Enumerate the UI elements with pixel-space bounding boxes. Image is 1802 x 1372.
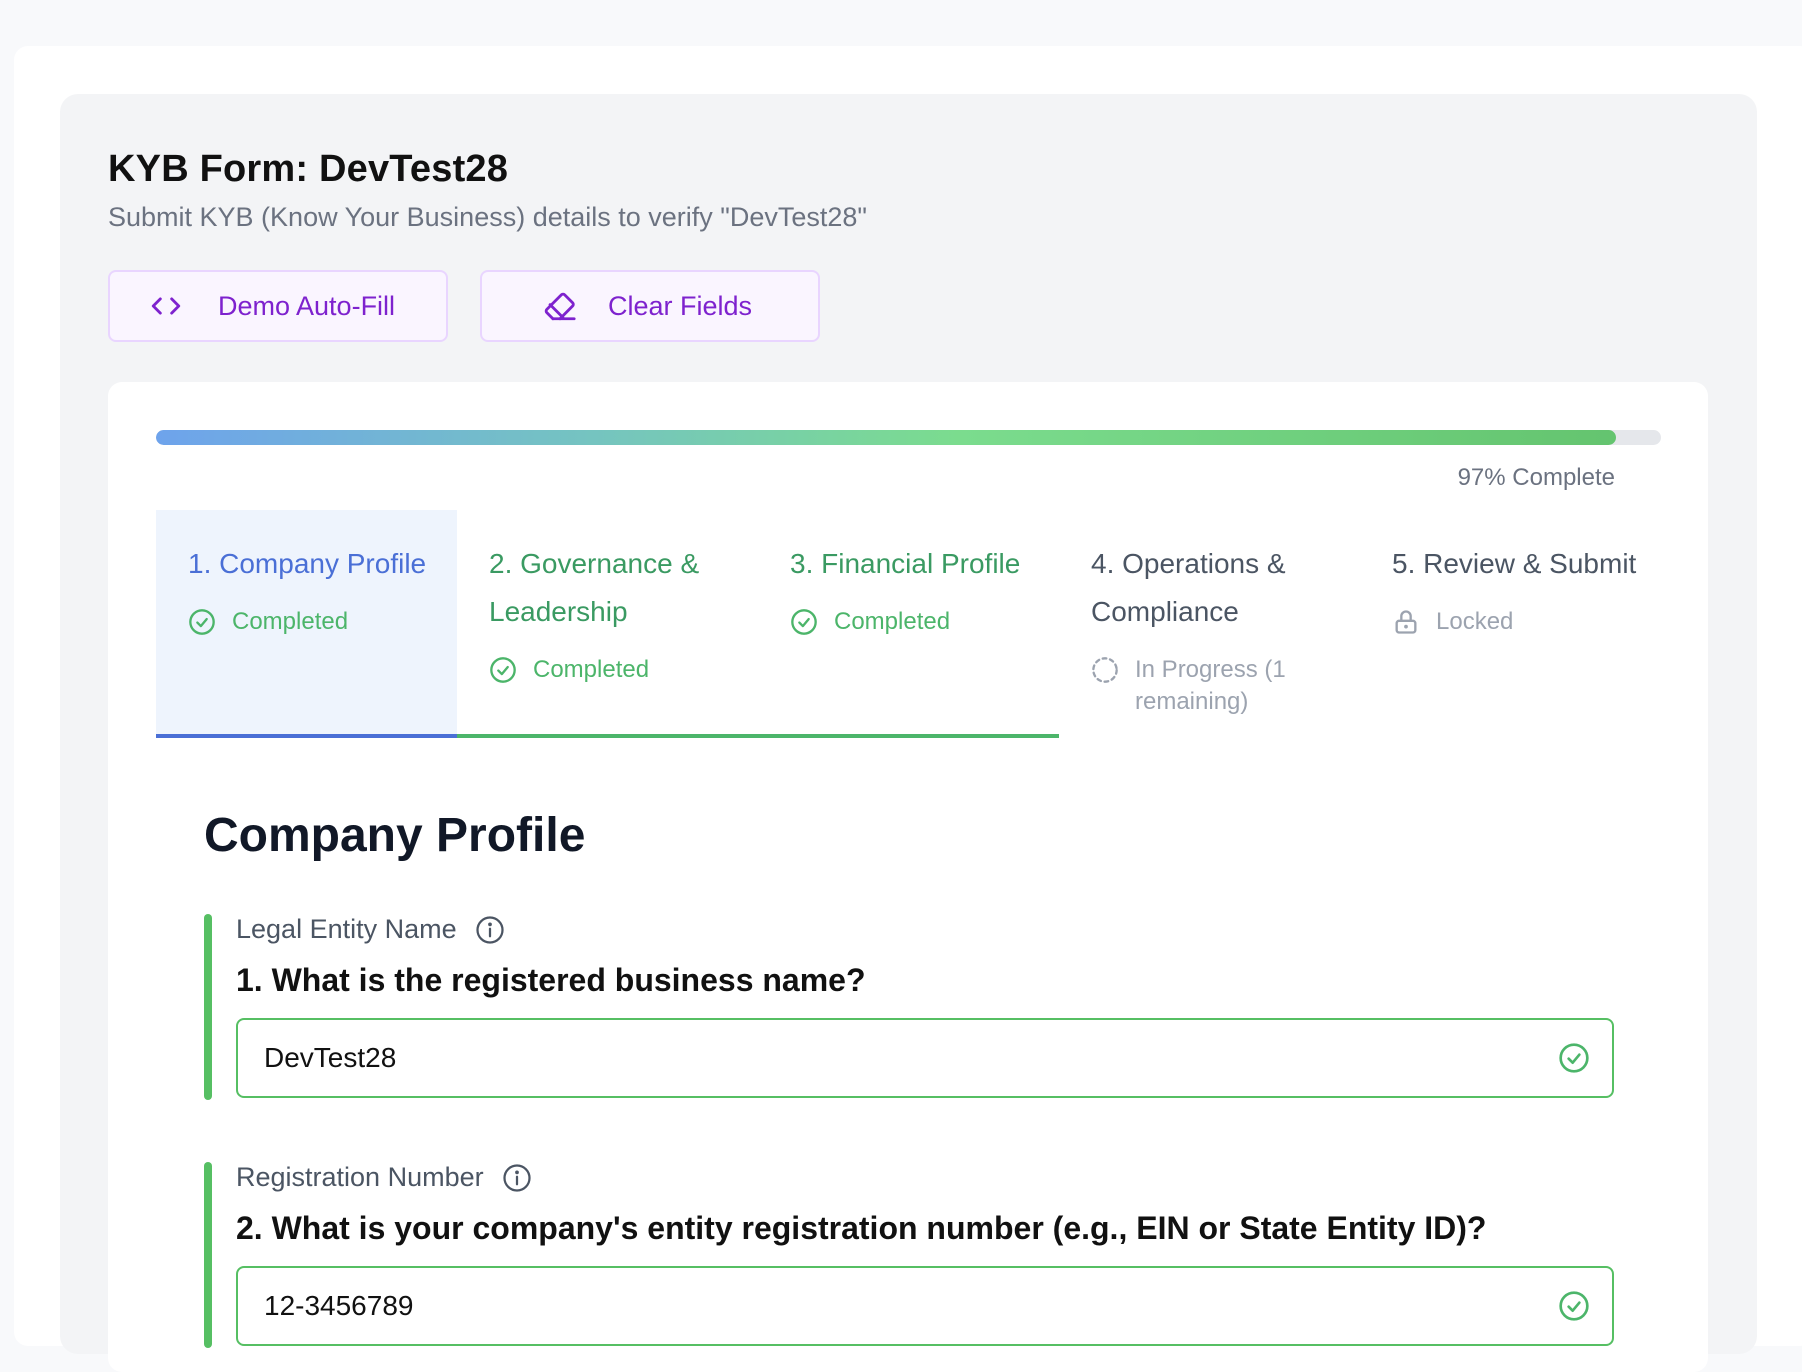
step-tab-governance-leadership[interactable]: 2. Governance & Leadership Completed — [457, 510, 758, 738]
step-status: Completed — [232, 608, 349, 635]
progress-label: 97% Complete — [1457, 464, 1615, 491]
check-circle-icon — [189, 609, 215, 635]
info-icon[interactable] — [475, 915, 505, 945]
step-title: 1. Company Profile — [188, 548, 427, 579]
step-tab-operations-compliance[interactable]: 4. Operations & Compliance In Progress (… — [1059, 510, 1360, 738]
step-tab-company-profile[interactable]: 1. Company Profile Completed — [156, 510, 457, 738]
step-status: Completed — [834, 608, 951, 635]
check-circle-icon — [791, 609, 817, 635]
check-circle-icon — [490, 657, 516, 683]
clear-fields-label: Clear Fields — [608, 290, 753, 321]
step-underline-completed — [457, 734, 1059, 738]
page-subtitle: Submit KYB (Know Your Business) details … — [108, 202, 868, 232]
progress-bar-fill — [156, 430, 1616, 445]
step-status: Completed — [533, 656, 650, 683]
step-title: 4. Operations & Compliance — [1091, 548, 1286, 627]
step-tab-financial-profile[interactable]: 3. Financial Profile Completed — [758, 510, 1059, 738]
field-label: Legal Entity Name — [236, 914, 457, 944]
legal-entity-name-input[interactable]: DevTest28 — [236, 1018, 1614, 1098]
field-label: Registration Number — [236, 1162, 484, 1192]
info-icon[interactable] — [502, 1163, 532, 1193]
demo-auto-fill-button[interactable]: Demo Auto-Fill — [108, 270, 448, 342]
step-tabs: 1. Company Profile Completed 2. Governan… — [156, 510, 1661, 738]
code-icon — [148, 288, 184, 324]
registration-number-input[interactable]: 12-3456789 — [236, 1266, 1614, 1346]
step-title: 5. Review & Submit — [1392, 548, 1637, 579]
progress-bar — [156, 430, 1661, 445]
check-circle-icon — [1559, 1291, 1589, 1321]
question-legal-entity-name: Legal Entity Name 1. What is the registe… — [204, 914, 1614, 1100]
check-circle-icon — [1559, 1043, 1589, 1073]
input-value: 12-3456789 — [264, 1290, 414, 1321]
section-title: Company Profile — [204, 809, 586, 862]
demo-auto-fill-label: Demo Auto-Fill — [218, 290, 396, 321]
step-status: Locked — [1436, 608, 1514, 635]
step-status: In Progress (1 remaining) — [1135, 656, 1286, 715]
question-accent-bar — [204, 914, 212, 1100]
step-title: 3. Financial Profile — [790, 548, 1021, 579]
question-text: 1. What is the registered business name? — [236, 962, 866, 998]
eraser-icon — [542, 288, 578, 324]
step-tab-review-submit[interactable]: 5. Review & Submit Locked — [1360, 510, 1661, 738]
lock-icon — [1395, 610, 1417, 634]
clear-fields-button[interactable]: Clear Fields — [480, 270, 820, 342]
dashed-circle-icon — [1092, 657, 1118, 683]
input-value: DevTest28 — [264, 1042, 397, 1073]
step-title: 2. Governance & Leadership — [489, 548, 700, 627]
question-registration-number: Registration Number 2. What is your comp… — [204, 1162, 1614, 1348]
step-underline-active — [156, 734, 457, 738]
page-title: KYB Form: DevTest28 — [108, 148, 509, 190]
question-text: 2. What is your company's entity registr… — [236, 1210, 1487, 1246]
question-accent-bar — [204, 1162, 212, 1348]
